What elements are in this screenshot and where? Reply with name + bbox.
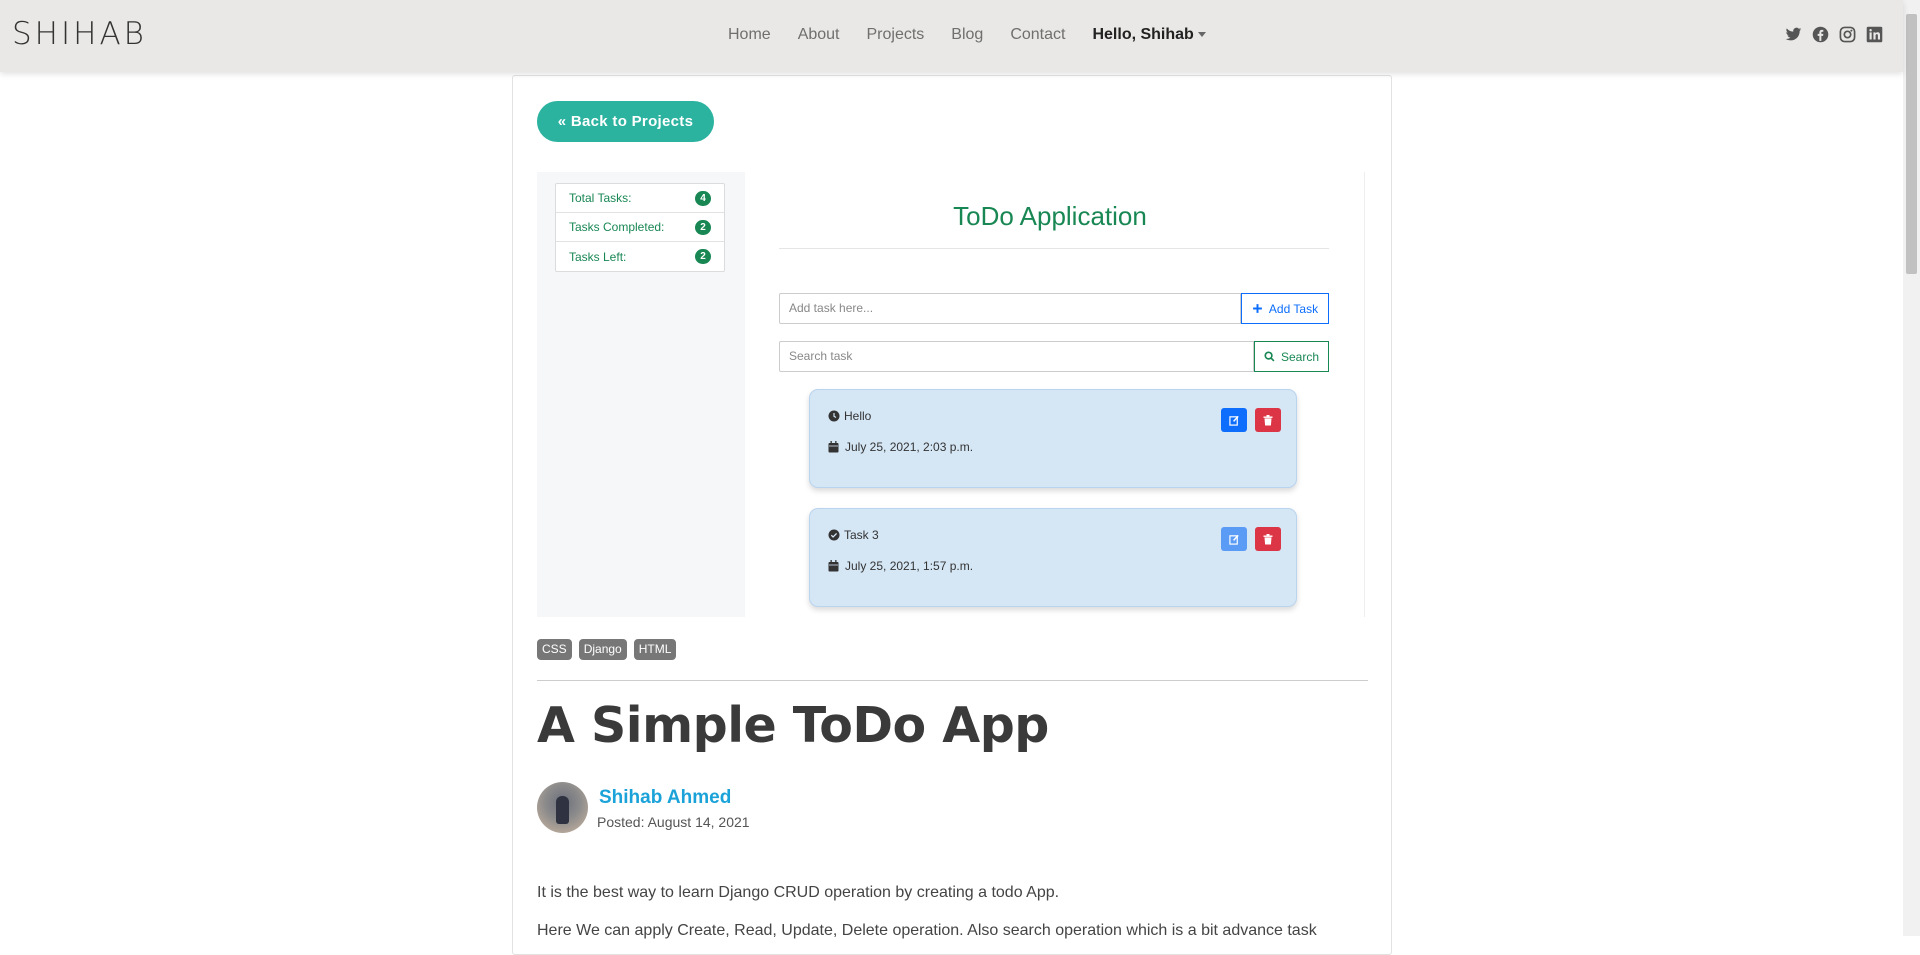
task-title: Task 3 [828, 528, 879, 542]
add-task-row: Add task here... Add Task [779, 293, 1329, 324]
search-icon [1264, 351, 1275, 362]
nav-home[interactable]: Home [728, 26, 771, 44]
avatar [537, 782, 588, 833]
edit-task-button [1221, 527, 1247, 551]
plus-icon [1253, 304, 1262, 313]
stat-count-badge: 2 [695, 219, 711, 235]
stat-label: Total Tasks: [569, 191, 632, 205]
edit-icon [1228, 415, 1239, 426]
task-card: Hello July 25, 2021, 2:03 p.m. [809, 389, 1297, 488]
clock-icon [828, 410, 840, 422]
back-to-projects-button[interactable]: « Back to Projects [537, 101, 714, 142]
instagram-icon[interactable] [1839, 26, 1856, 43]
tech-tags: CSS Django HTML [537, 639, 677, 660]
stat-tasks-left: Tasks Left: 2 [556, 242, 724, 271]
add-task-button: Add Task [1241, 293, 1329, 324]
post-date: Posted: August 14, 2021 [597, 814, 750, 830]
post-paragraph: Here We can apply Create, Read, Update, … [537, 922, 1317, 939]
task-date-text: July 25, 2021, 2:03 p.m. [845, 440, 974, 454]
todo-title-divider [779, 248, 1329, 249]
delete-task-button [1255, 408, 1281, 432]
avatar-figure [556, 796, 569, 824]
stat-count-badge: 2 [695, 249, 711, 264]
main-nav: Home About Projects Blog Contact Hello, … [728, 26, 1233, 44]
trash-icon [1263, 533, 1273, 544]
search-task-button: Search [1254, 341, 1329, 372]
calendar-icon [828, 441, 839, 453]
author-link[interactable]: Shihab Ahmed [599, 787, 731, 809]
task-date-text: July 25, 2021, 1:57 p.m. [845, 559, 974, 573]
section-divider [537, 680, 1368, 681]
page-scrollbar[interactable] [1903, 0, 1920, 936]
task-title: Hello [828, 409, 871, 423]
search-task-row: Search task Search [779, 341, 1329, 372]
task-title-text: Task 3 [844, 528, 879, 542]
facebook-icon[interactable] [1812, 26, 1829, 43]
user-menu-dropdown[interactable]: Hello, Shihab [1092, 26, 1206, 44]
project-screenshot: Total Tasks: 4 Tasks Completed: 2 Tasks … [537, 172, 1365, 617]
task-stats-list: Total Tasks: 4 Tasks Completed: 2 Tasks … [555, 183, 725, 272]
nav-blog[interactable]: Blog [951, 26, 983, 44]
check-circle-icon [828, 529, 840, 541]
tag-html[interactable]: HTML [633, 639, 677, 660]
task-card: Task 3 July 25, 2021, 1:57 p.m. [809, 508, 1297, 607]
nav-contact[interactable]: Contact [1010, 26, 1065, 44]
nav-projects[interactable]: Projects [867, 26, 925, 44]
todo-app-title: ToDo Application [953, 201, 1147, 231]
task-date: July 25, 2021, 1:57 p.m. [828, 559, 973, 573]
chevron-down-icon [1197, 32, 1206, 38]
add-task-input: Add task here... [779, 293, 1241, 324]
delete-task-button [1255, 527, 1281, 551]
todo-sidebar: Total Tasks: 4 Tasks Completed: 2 Tasks … [537, 172, 745, 617]
user-menu-label: Hello, Shihab [1092, 26, 1194, 43]
social-links [1785, 26, 1883, 43]
edit-icon [1228, 534, 1239, 545]
brand-logo[interactable]: SHIHAB [12, 16, 147, 52]
tag-django[interactable]: Django [578, 639, 627, 660]
task-date: July 25, 2021, 2:03 p.m. [828, 440, 973, 454]
top-navbar: SHIHAB Home About Projects Blog Contact … [0, 0, 1903, 72]
tag-css[interactable]: CSS [537, 639, 572, 660]
search-label: Search [1280, 349, 1320, 364]
twitter-icon[interactable] [1785, 26, 1802, 43]
stat-count-badge: 4 [695, 190, 711, 206]
edit-task-button [1221, 408, 1247, 432]
project-card: « Back to Projects Total Tasks: 4 Tasks … [512, 75, 1392, 955]
post-title: A Simple ToDo App [537, 697, 1049, 754]
task-title-text: Hello [844, 409, 872, 423]
search-task-input: Search task [779, 341, 1254, 372]
nav-about[interactable]: About [798, 26, 840, 44]
add-task-label: Add Task [1268, 301, 1319, 316]
stat-label: Tasks Completed: [569, 220, 665, 234]
trash-icon [1263, 414, 1273, 425]
post-paragraph: It is the best way to learn Django CRUD … [537, 884, 1060, 901]
linkedin-icon[interactable] [1866, 26, 1883, 43]
stat-tasks-completed: Tasks Completed: 2 [556, 213, 724, 242]
scrollbar-thumb[interactable] [1906, 14, 1917, 274]
stat-total-tasks: Total Tasks: 4 [556, 184, 724, 213]
stat-label: Tasks Left: [569, 249, 627, 264]
calendar-icon [828, 560, 839, 572]
